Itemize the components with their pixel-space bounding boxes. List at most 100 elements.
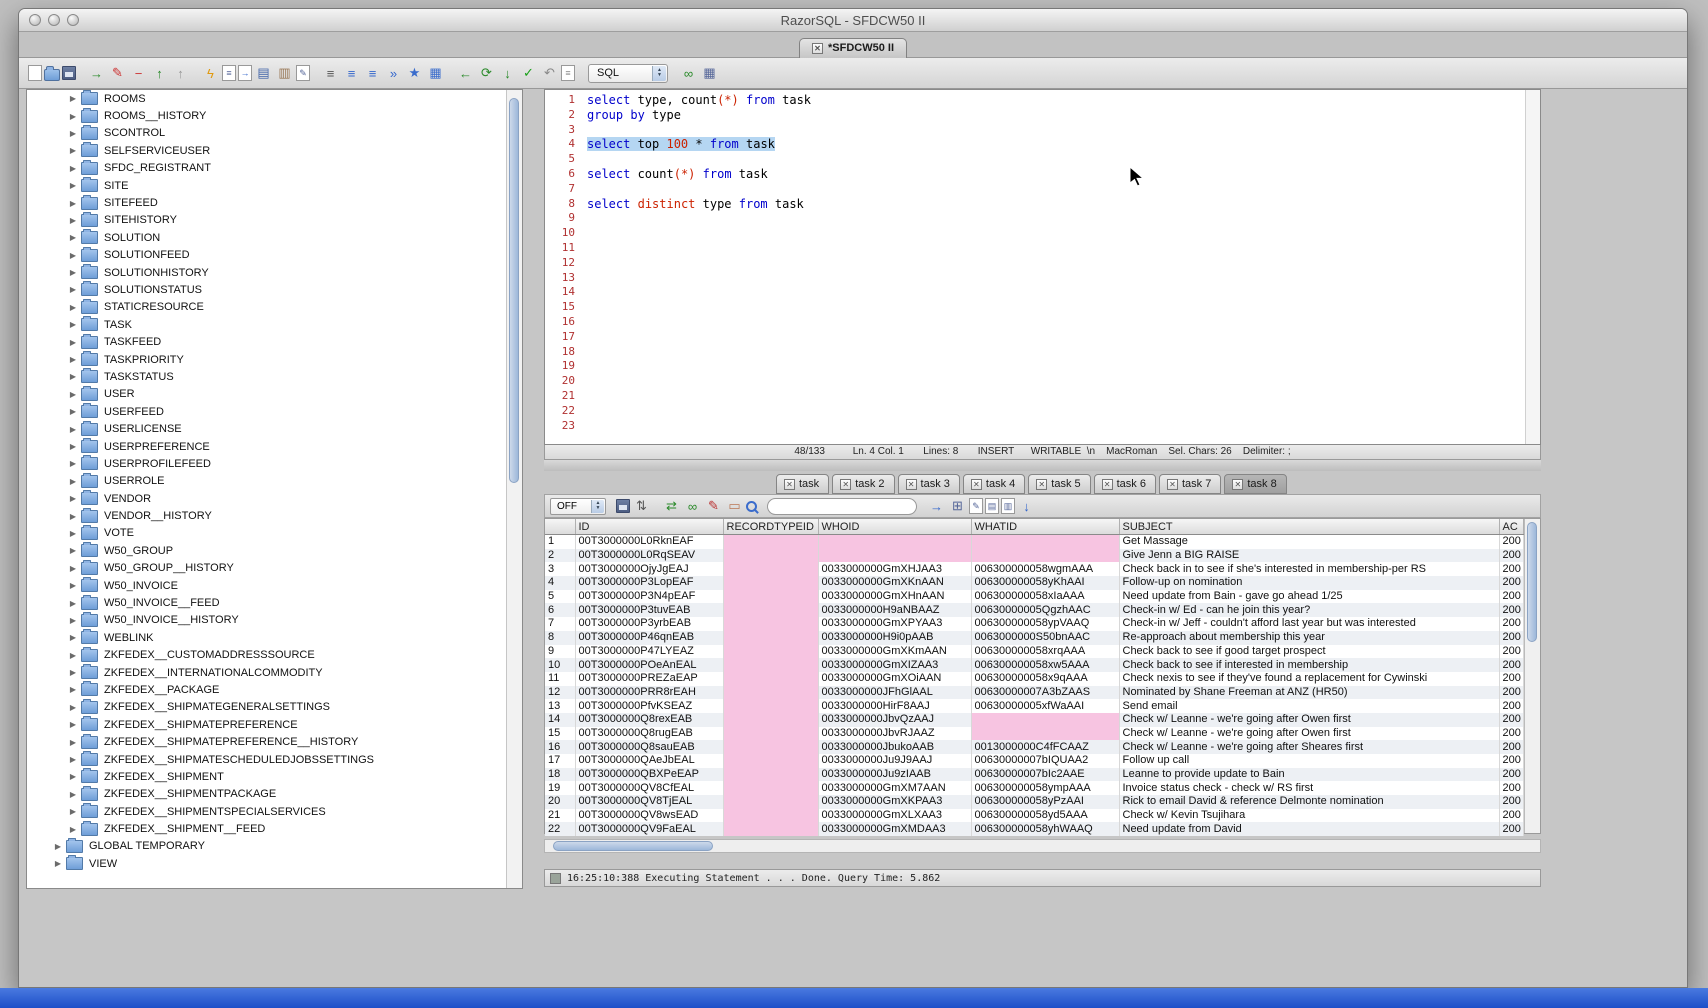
commit-check-icon[interactable]: ✓ [519, 64, 538, 83]
table-cell[interactable]: Follow-up on nomination [1119, 576, 1499, 590]
table-cell[interactable]: 200 [1499, 740, 1523, 754]
bookmark-star-icon[interactable]: ★ [405, 64, 424, 83]
table-cell[interactable]: Send email [1119, 699, 1499, 713]
table-cell[interactable] [971, 549, 1119, 563]
tree-item-w50-invoice[interactable]: W50_INVOICE [27, 577, 522, 594]
insert-row-icon[interactable]: ⊞ [948, 497, 967, 516]
tree-item-solutionstatus[interactable]: SOLUTIONSTATUS [27, 281, 522, 298]
table-cell[interactable]: Check back to see if good target prospec… [1119, 645, 1499, 659]
table-row[interactable]: 100T3000000L0RknEAFGet Massage200 [545, 535, 1523, 549]
expand-triangle-icon[interactable] [67, 685, 79, 694]
tree-item-sfdc-registrant[interactable]: SFDC_REGISTRANT [27, 160, 522, 177]
tree-item-userpreference[interactable]: USERPREFERENCE [27, 438, 522, 455]
table-cell[interactable]: 006300000058ympAAA [971, 781, 1119, 795]
tree-item-vendor[interactable]: VENDOR [27, 490, 522, 507]
export-page-icon[interactable]: ▤ [985, 498, 999, 514]
table-cell[interactable] [818, 549, 971, 563]
code-line[interactable] [587, 404, 1525, 419]
expand-triangle-icon[interactable] [67, 164, 79, 173]
new-file-icon[interactable] [28, 65, 42, 81]
expand-triangle-icon[interactable] [67, 651, 79, 660]
tree-item-zkfedex-shipmentspecialservices[interactable]: ZKFEDEX__SHIPMENTSPECIALSERVICES [27, 803, 522, 820]
table-cell[interactable]: 200 [1499, 631, 1523, 645]
code-line[interactable] [587, 359, 1525, 374]
expand-triangle-icon[interactable] [67, 825, 79, 834]
tree-item-zkfedex-shipmatescheduledjobssettings[interactable]: ZKFEDEX__SHIPMATESCHEDULEDJOBSSETTINGS [27, 751, 522, 768]
table-cell[interactable]: 00T3000000QV8CfEAL [575, 781, 723, 795]
close-result-tab-icon[interactable] [971, 479, 982, 490]
table-row[interactable]: 2000T3000000QV8TjEAL0033000000GmXKPAA300… [545, 795, 1523, 809]
expand-triangle-icon[interactable] [67, 512, 79, 521]
table-cell[interactable]: 0033000000JFhGlAAL [818, 686, 971, 700]
table-cell[interactable]: 0033000000GmXKPAA3 [818, 795, 971, 809]
table-cell[interactable]: 00T3000000QBXPeEAP [575, 768, 723, 782]
table-cell[interactable]: 00630000007A3bZAAS [971, 686, 1119, 700]
tree-item-sitehistory[interactable]: SITEHISTORY [27, 212, 522, 229]
tree-item-zkfedex-shipmentpackage[interactable]: ZKFEDEX__SHIPMENTPACKAGE [27, 786, 522, 803]
code-line[interactable] [587, 226, 1525, 241]
code-line[interactable]: select type, count(*) from task [587, 93, 1525, 108]
table-cell[interactable]: 0033000000GmXPYAA3 [818, 617, 971, 631]
disconnect-icon[interactable]: ↑ [171, 64, 190, 83]
tree-item-view[interactable]: VIEW [27, 855, 522, 872]
table-cell[interactable]: 0033000000GmXHnAAN [818, 590, 971, 604]
table-cell[interactable]: 00T3000000P46qnEAB [575, 631, 723, 645]
sort-columns-icon[interactable]: ⇅ [632, 497, 651, 516]
expand-triangle-icon[interactable] [67, 546, 79, 555]
tree-item-rooms[interactable]: ROOMS [27, 90, 522, 107]
code-line[interactable] [587, 271, 1525, 286]
edit-sql-icon[interactable]: ✎ [296, 65, 310, 81]
table-cell[interactable]: 00T3000000Q8rugEAB [575, 727, 723, 741]
close-result-tab-icon[interactable] [784, 479, 795, 490]
expand-triangle-icon[interactable] [67, 599, 79, 608]
tree-item-weblink[interactable]: WEBLINK [27, 629, 522, 646]
expand-triangle-icon[interactable] [67, 407, 79, 416]
table-cell[interactable]: 00T3000000PREZaEAP [575, 672, 723, 686]
tree-item-zkfedex-shipment[interactable]: ZKFEDEX__SHIPMENT [27, 768, 522, 785]
expand-triangle-icon[interactable] [67, 94, 79, 103]
code-line[interactable] [587, 300, 1525, 315]
table-cell[interactable]: 0063000000S50bnAAC [971, 631, 1119, 645]
expand-triangle-icon[interactable] [67, 338, 79, 347]
table-row[interactable]: 1200T3000000PRR8rEAH0033000000JFhGlAAL00… [545, 686, 1523, 700]
code-line[interactable]: select top 100 * from task [587, 137, 1525, 152]
table-cell[interactable]: Check w/ Kevin Tsujihara [1119, 809, 1499, 823]
delete-connection-icon[interactable]: − [129, 64, 148, 83]
copy-icon[interactable]: ▤ [254, 64, 273, 83]
minimize-button[interactable] [48, 14, 60, 26]
code-line[interactable] [587, 330, 1525, 345]
refresh-results-icon[interactable]: ⇄ [662, 497, 681, 516]
table-cell[interactable]: 00T3000000L0RknEAF [575, 535, 723, 549]
table-cell[interactable]: 00T3000000P3N4pEAF [575, 590, 723, 604]
tree-item-rooms-history[interactable]: ROOMS__HISTORY [27, 107, 522, 124]
table-row[interactable]: 1500T3000000Q8rugEAB0033000000JbvRJAAZCh… [545, 727, 1523, 741]
table-row[interactable]: 400T3000000P3LopEAF0033000000GmXKnAAN006… [545, 576, 1523, 590]
table-cell[interactable]: 006300000058wgmAAA [971, 562, 1119, 576]
import-connection-icon[interactable]: → [87, 64, 106, 83]
table-cell[interactable]: 200 [1499, 713, 1523, 727]
table-cell[interactable] [723, 535, 818, 549]
close-result-tab-icon[interactable] [906, 479, 917, 490]
table-cell[interactable]: 00T3000000POeAnEAL [575, 658, 723, 672]
expand-triangle-icon[interactable] [67, 459, 79, 468]
expand-triangle-icon[interactable] [67, 268, 79, 277]
format-sql-icon[interactable]: ≡ [321, 64, 340, 83]
code-line[interactable] [587, 211, 1525, 226]
table-cell[interactable]: 00T3000000QV8wsEAD [575, 809, 723, 823]
table-cell[interactable]: 0033000000JbvRJAAZ [818, 727, 971, 741]
code-line[interactable]: group by type [587, 108, 1525, 123]
table-cell[interactable]: 0033000000HirF8AAJ [818, 699, 971, 713]
table-cell[interactable]: 00T3000000L0RqSEAV [575, 549, 723, 563]
tree-item-zkfedex-shipmategeneralsettings[interactable]: ZKFEDEX__SHIPMATEGENERALSETTINGS [27, 699, 522, 716]
table-cell[interactable] [723, 699, 818, 713]
sql-editor[interactable]: 1234567891011121314151617181920212223 se… [544, 89, 1541, 445]
table-row[interactable]: 500T3000000P3N4pEAF0033000000GmXHnAAN006… [545, 590, 1523, 604]
panel-splitter[interactable] [544, 460, 1541, 471]
table-cell[interactable] [723, 781, 818, 795]
find-icon[interactable] [746, 501, 757, 512]
expand-triangle-icon[interactable] [67, 755, 79, 764]
tree-item-zkfedex-shipmatepreference-history[interactable]: ZKFEDEX__SHIPMATEPREFERENCE__HISTORY [27, 733, 522, 750]
tree-item-zkfedex-package[interactable]: ZKFEDEX__PACKAGE [27, 681, 522, 698]
code-line[interactable] [587, 182, 1525, 197]
table-row[interactable]: 1600T3000000Q8sauEAB0033000000JbukoAAB00… [545, 740, 1523, 754]
